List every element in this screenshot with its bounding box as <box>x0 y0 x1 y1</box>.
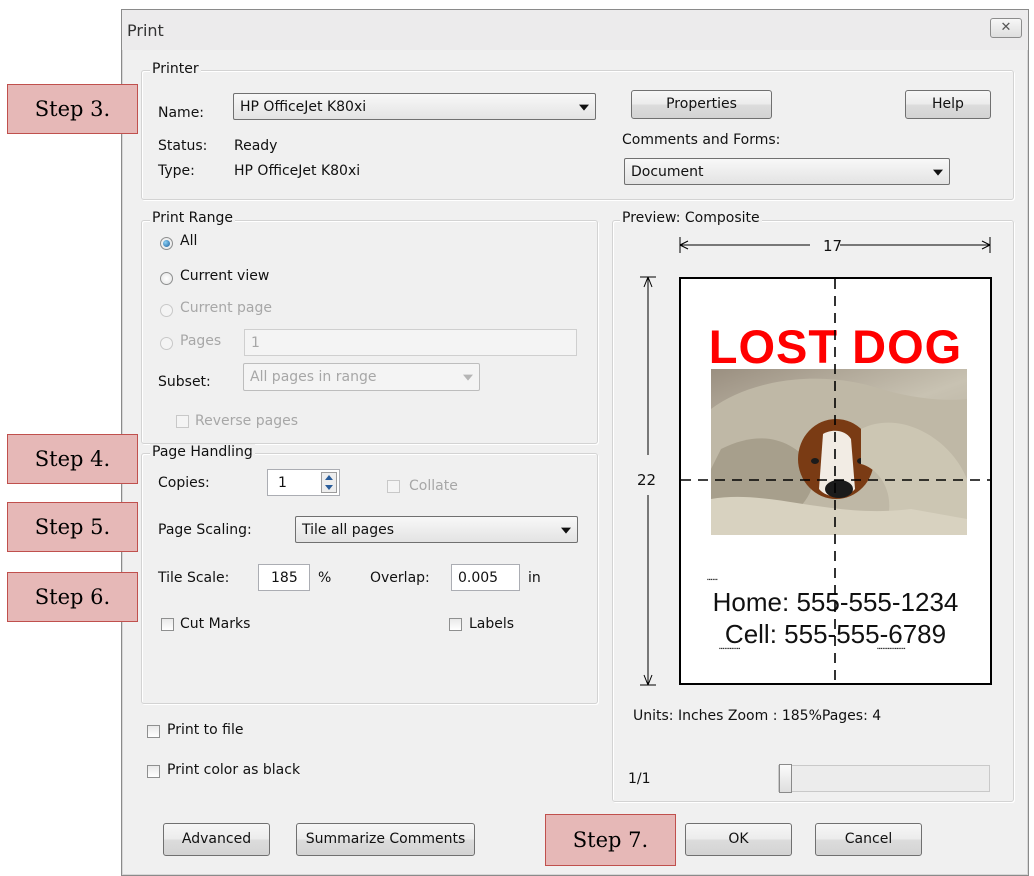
step5-callout: Step 5. <box>7 502 138 552</box>
pages-input[interactable]: 1 <box>244 329 577 356</box>
page-scaling-select[interactable]: Tile all pages <box>295 516 578 543</box>
chevron-down-icon <box>933 169 943 176</box>
comments-forms-label: Comments and Forms: <box>622 132 781 148</box>
overlap-unit: in <box>528 570 541 586</box>
copies-value: 1 <box>278 474 287 491</box>
help-button-label: Help <box>932 96 964 112</box>
print-to-file-checkbox[interactable] <box>147 725 160 738</box>
ok-button[interactable]: OK <box>685 823 792 856</box>
close-icon: ✕ <box>1000 20 1012 35</box>
cancel-button[interactable]: Cancel <box>815 823 922 856</box>
cut-marks-label: Cut Marks <box>180 616 251 632</box>
step5-text: Step 5. <box>34 515 111 539</box>
step7-text: Step 7. <box>572 828 649 852</box>
units-zoom-pages: Units: Inches Zoom : 185%Pages: 4 <box>633 708 882 724</box>
height-dimension-value: 22 <box>637 471 657 489</box>
radio-current-view-label: Current view <box>180 268 270 284</box>
status-value: Ready <box>234 138 278 154</box>
overlap-label: Overlap: <box>370 570 430 586</box>
printer-legend: Printer <box>150 61 201 77</box>
radio-all-label: All <box>180 233 198 249</box>
page-slider[interactable] <box>778 764 990 793</box>
reverse-pages-label: Reverse pages <box>195 413 298 429</box>
type-value: HP OfficeJet K80xi <box>234 163 361 179</box>
copies-input[interactable]: 1 <box>267 469 340 496</box>
preview-legend: Preview: Composite <box>620 210 762 226</box>
window-title: Print <box>127 21 164 40</box>
page-scaling-value: Tile all pages <box>302 521 395 538</box>
step7-callout: Step 7. <box>545 814 676 866</box>
page-handling-legend: Page Handling <box>150 444 255 460</box>
tile-scale-input[interactable]: 185 <box>258 564 310 591</box>
chevron-down-icon <box>579 104 589 111</box>
step4-text: Step 4. <box>34 447 111 471</box>
ok-button-label: OK <box>728 831 749 847</box>
page-scaling-label: Page Scaling: <box>158 522 252 538</box>
radio-pages-label: Pages <box>180 333 222 349</box>
subset-select[interactable]: All pages in range <box>243 363 480 391</box>
width-dimension-value: 17 <box>823 237 843 255</box>
subset-label: Subset: <box>158 374 211 390</box>
step4-callout: Step 4. <box>7 434 138 484</box>
pages-input-value: 1 <box>251 334 260 351</box>
chevron-down-icon <box>561 527 571 534</box>
print-color-black-checkbox[interactable] <box>147 765 160 778</box>
print-range-legend: Print Range <box>150 210 236 226</box>
cut-marks-checkbox[interactable] <box>161 618 174 631</box>
labels-checkbox[interactable] <box>449 618 462 631</box>
printer-name-label: Name: <box>158 105 205 121</box>
overlap-input[interactable]: 0.005 <box>451 564 520 591</box>
collate-label: Collate <box>409 478 458 494</box>
copies-label: Copies: <box>158 475 210 491</box>
tile-scale-value: 185 <box>271 569 298 586</box>
page-slider-thumb[interactable] <box>779 764 792 793</box>
subset-value: All pages in range <box>250 369 377 385</box>
overlap-value: 0.005 <box>458 569 499 586</box>
printer-name-select[interactable]: HP OfficeJet K80xi <box>233 93 596 120</box>
print-color-black-label: Print color as black <box>167 762 301 778</box>
properties-button[interactable]: Properties <box>631 90 772 119</box>
page-counter: 1/1 <box>628 771 651 787</box>
comments-forms-select[interactable]: Document <box>624 158 950 185</box>
step6-text: Step 6. <box>34 585 111 609</box>
chevron-down-icon <box>463 374 473 381</box>
reverse-pages-checkbox[interactable] <box>176 415 189 428</box>
cancel-button-label: Cancel <box>844 831 893 847</box>
status-label: Status: <box>158 138 208 154</box>
comments-forms-value: Document <box>631 163 704 180</box>
help-button[interactable]: Help <box>905 90 991 119</box>
radio-current-view[interactable] <box>160 272 173 285</box>
tile-scale-label: Tile Scale: <box>158 570 230 586</box>
copies-spinner[interactable] <box>321 472 337 493</box>
summarize-comments-button[interactable]: Summarize Comments <box>296 823 475 856</box>
preview-sheet: LOST DOG ▪▪▪▪▪▪ Home: 555-555-1234 Cell:… <box>679 277 992 685</box>
step6-callout: Step 6. <box>7 572 138 622</box>
step3-callout: Step 3. <box>7 84 138 134</box>
radio-current-page-label: Current page <box>180 300 272 316</box>
advanced-button[interactable]: Advanced <box>163 823 270 856</box>
properties-button-label: Properties <box>666 96 737 112</box>
labels-label: Labels <box>469 616 515 632</box>
summarize-comments-label: Summarize Comments <box>305 831 466 847</box>
spin-up-icon[interactable] <box>325 475 333 480</box>
step3-text: Step 3. <box>34 97 111 121</box>
close-button[interactable]: ✕ <box>990 18 1022 38</box>
collate-checkbox[interactable] <box>387 480 400 493</box>
radio-pages[interactable] <box>160 337 173 350</box>
spin-down-icon[interactable] <box>325 485 333 490</box>
print-to-file-label: Print to file <box>167 722 244 738</box>
radio-all[interactable] <box>160 237 173 250</box>
radio-current-page[interactable] <box>160 304 173 317</box>
tile-scale-unit: % <box>318 570 332 586</box>
printer-name-value: HP OfficeJet K80xi <box>240 98 367 115</box>
type-label: Type: <box>158 163 195 179</box>
title-bar: Print ✕ <box>122 10 1028 50</box>
advanced-button-label: Advanced <box>181 831 252 847</box>
tile-boundaries <box>681 279 990 683</box>
